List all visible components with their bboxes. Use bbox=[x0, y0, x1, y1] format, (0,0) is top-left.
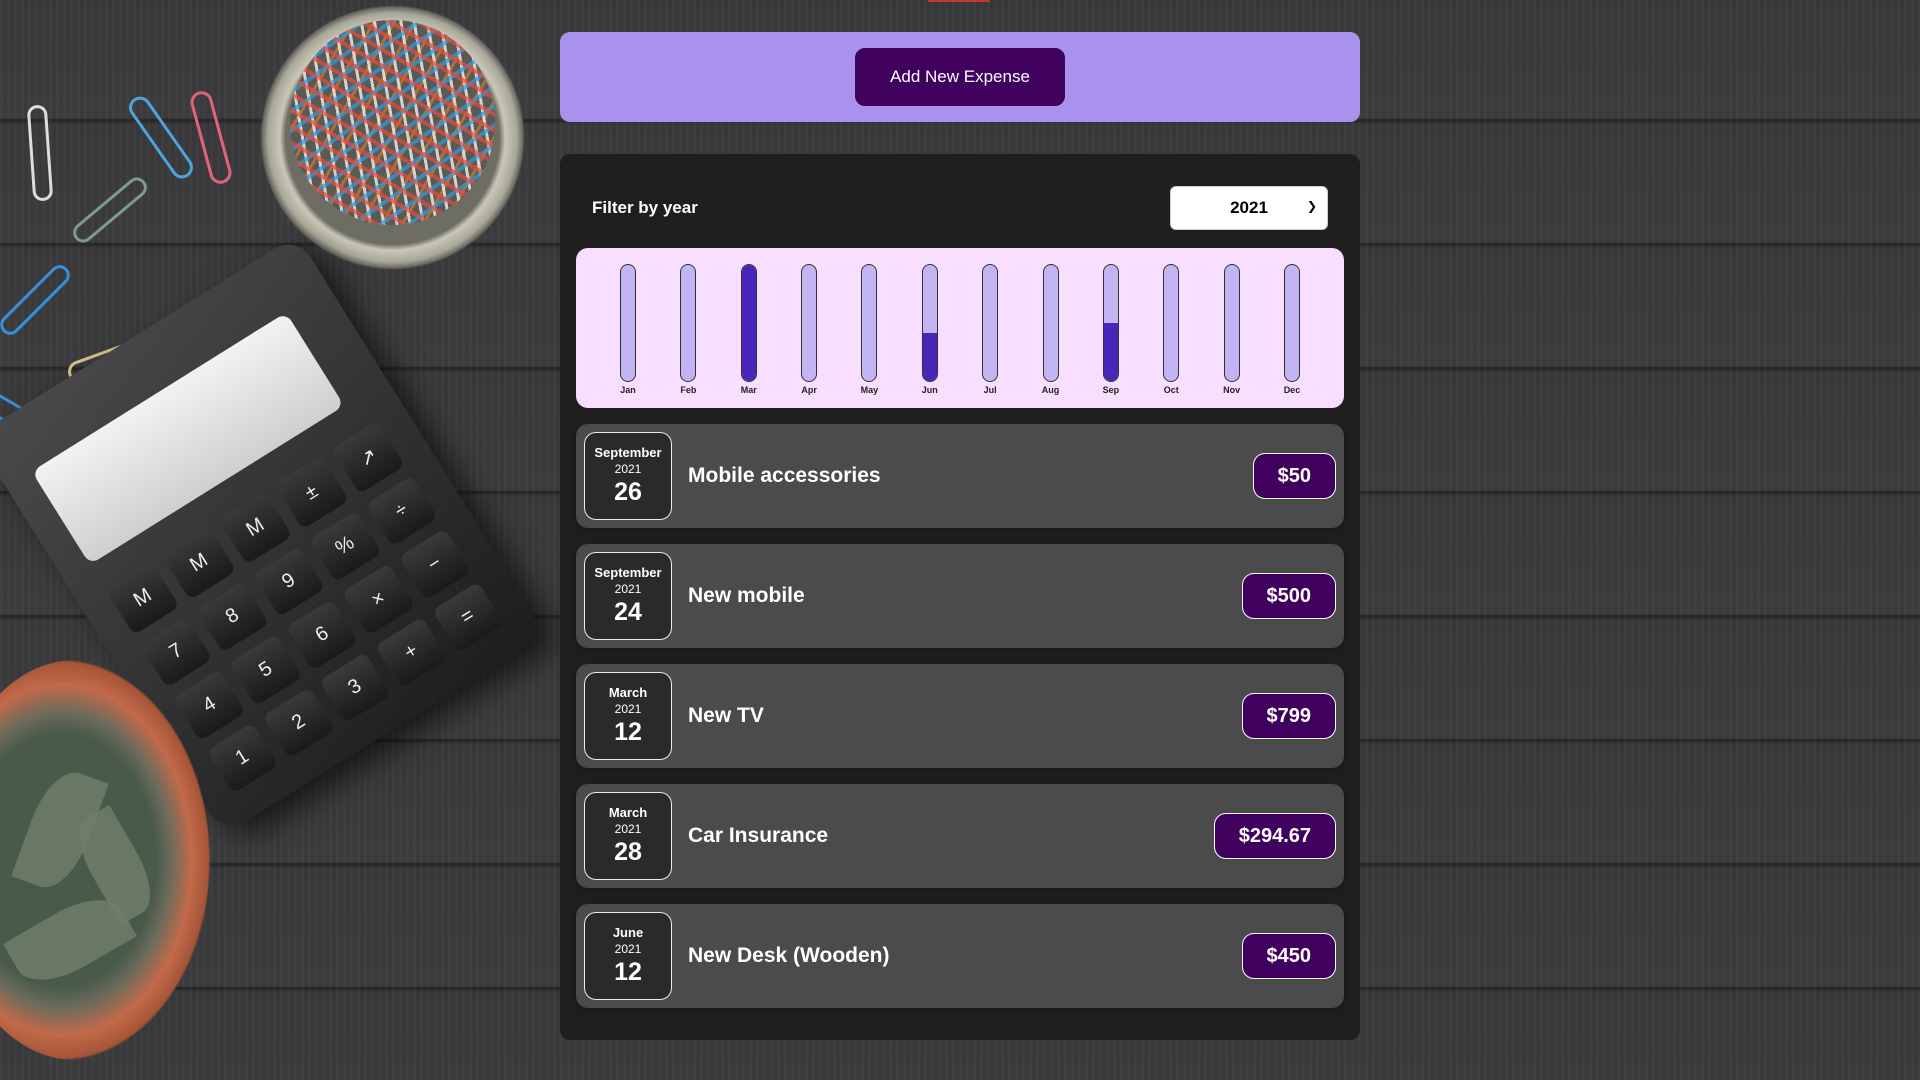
chart-bar-sep: Sep bbox=[1091, 264, 1131, 398]
paperclips-decoration bbox=[290, 20, 495, 225]
chart-bar-label: Jun bbox=[921, 385, 938, 395]
expense-title: New Desk (Wooden) bbox=[688, 944, 890, 967]
expense-amount: $294.67 bbox=[1213, 813, 1336, 859]
expense-date-year: 2021 bbox=[614, 822, 642, 836]
paperclip-decoration bbox=[188, 88, 234, 187]
chart-bar-track bbox=[1223, 264, 1240, 382]
chart-bar-track bbox=[1283, 264, 1300, 382]
expense-title: New mobile bbox=[688, 584, 805, 607]
expense-date-day: 28 bbox=[614, 838, 642, 866]
expense-amount: $50 bbox=[1252, 453, 1336, 499]
chart-bar-jul: Jul bbox=[970, 264, 1010, 398]
chart-bar-track bbox=[861, 264, 878, 382]
expense-amount: $450 bbox=[1241, 933, 1336, 979]
top-accent-bar bbox=[928, 0, 990, 2]
expense-title: Car Insurance bbox=[688, 824, 829, 847]
chart-bar-label: Jul bbox=[983, 385, 997, 395]
chart-bar-may: May bbox=[849, 264, 889, 398]
chevron-down-icon: ❯ bbox=[1306, 199, 1317, 213]
expense-date-month: June bbox=[612, 925, 644, 940]
expenses-panel: Filter by year 2021 ❯ Jan Feb Mar Apr May Jun… bbox=[560, 154, 1360, 1040]
expense-date-year: 2021 bbox=[614, 702, 642, 716]
expense-item: September 2021 26 Mobile accessories $50 bbox=[576, 424, 1344, 528]
chart-bar-track bbox=[801, 264, 818, 382]
expense-date-month: September bbox=[594, 445, 662, 460]
expense-date-year: 2021 bbox=[614, 462, 642, 476]
expense-date: June 2021 12 bbox=[584, 912, 672, 1000]
expense-amount: $799 bbox=[1241, 693, 1336, 739]
chart-bar-fill bbox=[1103, 323, 1118, 381]
filter-label: Filter by year bbox=[592, 198, 698, 217]
chart-bar-mar: Mar bbox=[729, 264, 769, 398]
expense-item: March 2021 12 New TV $799 bbox=[576, 664, 1344, 768]
expense-date-day: 24 bbox=[614, 598, 642, 626]
chart-bar-fill bbox=[741, 265, 756, 381]
expense-date-day: 26 bbox=[614, 478, 642, 506]
chart-bar-aug: Aug bbox=[1031, 264, 1071, 398]
chart-bar-track bbox=[982, 264, 999, 382]
expense-list: September 2021 26 Mobile accessories $50 Sept… bbox=[576, 424, 1344, 1008]
expense-title: Mobile accessories bbox=[688, 464, 881, 487]
paperclip-decoration bbox=[69, 173, 151, 247]
chart-bar-jan: Jan bbox=[608, 264, 648, 398]
year-select-value: 2021 bbox=[1230, 198, 1268, 217]
chart-bar-label: Sep bbox=[1102, 385, 1120, 395]
expense-date-day: 12 bbox=[614, 958, 642, 986]
chart-bar-fill bbox=[922, 333, 937, 381]
expense-date: September 2021 26 bbox=[584, 432, 672, 520]
expense-date-month: March bbox=[608, 685, 648, 700]
expense-app: Add New Expense Filter by year 2021 ❯ Ja… bbox=[560, 32, 1360, 1040]
chart-bar-label: Oct bbox=[1163, 385, 1179, 395]
expense-title: New TV bbox=[688, 704, 764, 727]
chart-bar-track bbox=[1042, 264, 1059, 382]
chart-bar-track bbox=[620, 264, 636, 382]
expense-item: March 2021 28 Car Insurance $294.67 bbox=[576, 784, 1344, 888]
chart-bar-label: Feb bbox=[680, 385, 697, 395]
chart-bar-label: Apr bbox=[801, 385, 817, 395]
expense-description: Car Insurance $294.67 bbox=[672, 813, 1336, 859]
new-expense-panel: Add New Expense bbox=[560, 32, 1360, 122]
chart-bar-track bbox=[740, 264, 757, 382]
year-select[interactable]: 2021 ❯ bbox=[1170, 186, 1328, 230]
expense-item: June 2021 12 New Desk (Wooden) $450 bbox=[576, 904, 1344, 1008]
expense-amount: $500 bbox=[1241, 573, 1336, 619]
expense-date-year: 2021 bbox=[614, 582, 642, 596]
expense-description: New mobile $500 bbox=[672, 573, 1336, 619]
chart-bar-track bbox=[680, 264, 697, 382]
expense-date: March 2021 12 bbox=[584, 672, 672, 760]
expense-date-year: 2021 bbox=[614, 942, 642, 956]
paperclip-decoration bbox=[124, 92, 198, 183]
expense-date-day: 12 bbox=[614, 718, 642, 746]
chart-bar-feb: Feb bbox=[668, 264, 708, 398]
chart-bar-label: Mar bbox=[740, 385, 757, 395]
expense-date: March 2021 28 bbox=[584, 792, 672, 880]
chart-bar-label: Nov bbox=[1223, 385, 1241, 395]
expense-description: Mobile accessories $50 bbox=[672, 453, 1336, 499]
chart-bar-label: Dec bbox=[1283, 385, 1301, 395]
expense-description: New TV $799 bbox=[672, 693, 1336, 739]
expense-item: September 2021 24 New mobile $500 bbox=[576, 544, 1344, 648]
chart-bar-track bbox=[921, 264, 938, 382]
chart-bar-track bbox=[1163, 264, 1180, 382]
add-new-expense-button[interactable]: Add New Expense bbox=[855, 48, 1065, 106]
chart-bar-nov: Nov bbox=[1212, 264, 1252, 398]
expense-date-month: March bbox=[608, 805, 648, 820]
chart-bar-label: May bbox=[860, 385, 879, 395]
chart-bar-label: Jan bbox=[620, 385, 636, 395]
expense-description: New Desk (Wooden) $450 bbox=[672, 933, 1336, 979]
chart-bar-label: Aug bbox=[1041, 385, 1060, 395]
paperclip-decoration bbox=[26, 104, 54, 202]
expense-date-month: September bbox=[594, 565, 662, 580]
paperclip-decoration bbox=[0, 261, 74, 339]
monthly-expense-chart: Jan Feb Mar Apr May Jun Jul Aug Sep Oct Nov Dec bbox=[576, 248, 1344, 408]
chart-bar-jun: Jun bbox=[910, 264, 950, 398]
chart-bar-oct: Oct bbox=[1151, 264, 1191, 398]
expenses-filter: Filter by year 2021 ❯ bbox=[576, 170, 1344, 246]
chart-bar-apr: Apr bbox=[789, 264, 829, 398]
chart-bar-dec: Dec bbox=[1272, 264, 1312, 398]
chart-bar-track bbox=[1102, 264, 1119, 382]
expense-date: September 2021 24 bbox=[584, 552, 672, 640]
